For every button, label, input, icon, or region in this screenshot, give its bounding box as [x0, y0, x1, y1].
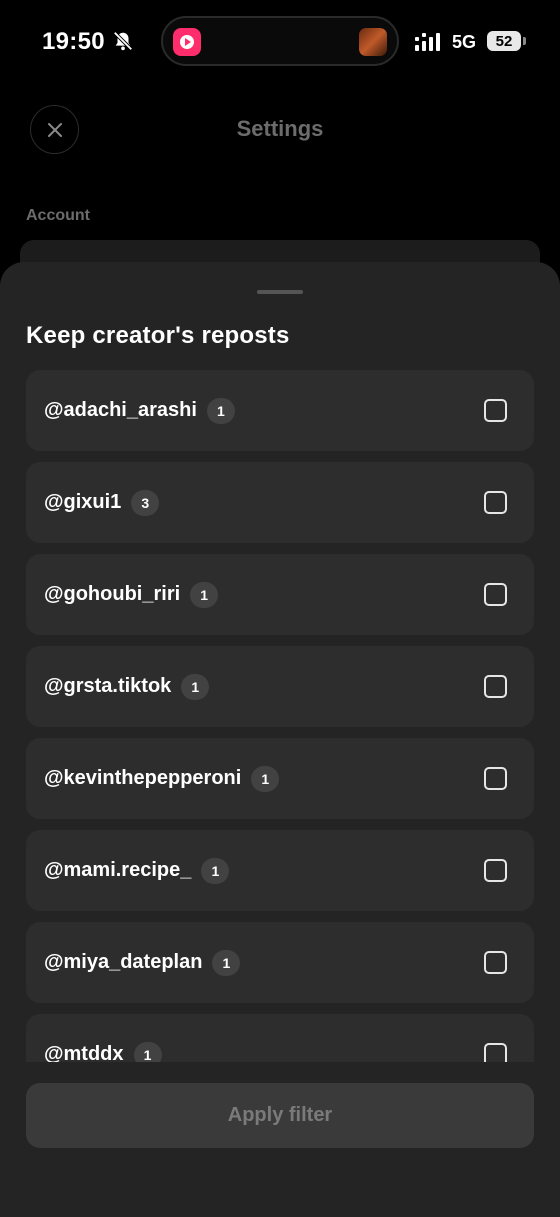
- repost-count-badge: 1: [251, 765, 280, 792]
- battery-tip: [523, 37, 526, 45]
- creator-row[interactable]: @mami.recipe_ 1: [26, 830, 534, 911]
- network-type: 5G: [452, 32, 477, 52]
- creator-row[interactable]: @grsta.tiktok 1: [26, 646, 534, 727]
- creator-handle: @adachi_arashi: [44, 399, 197, 421]
- bell-slash-icon: [113, 31, 133, 51]
- creator-handle: @gohoubi_riri: [44, 583, 181, 605]
- page-title: Settings: [236, 116, 324, 141]
- creator-checkbox[interactable]: [484, 767, 507, 790]
- repost-count-badge: 3: [131, 489, 160, 516]
- repost-count-badge: 1: [206, 397, 235, 424]
- creator-row[interactable]: @miya_dateplan 1: [26, 922, 534, 1003]
- status-time: 19:50: [42, 28, 105, 55]
- creator-handle: @grsta.tiktok: [44, 675, 172, 697]
- sheet-drag-handle[interactable]: [257, 290, 303, 294]
- creator-row[interactable]: @kevinthepepperoni 1: [26, 738, 534, 819]
- creator-handle: @miya_dateplan: [44, 951, 203, 973]
- apply-filter-button[interactable]: Apply filter: [26, 1083, 534, 1148]
- creator-row[interactable]: @mtddx 1: [26, 1014, 534, 1062]
- dynamic-island[interactable]: [161, 16, 399, 66]
- creator-checkbox[interactable]: [484, 951, 507, 974]
- repost-count-badge: 1: [133, 1041, 162, 1062]
- creator-handle: @mami.recipe_: [44, 859, 192, 881]
- creator-checkbox[interactable]: [484, 859, 507, 882]
- creator-row[interactable]: @gixui1 3: [26, 462, 534, 543]
- section-label-account: Account: [26, 207, 90, 224]
- repost-count-badge: 1: [212, 949, 241, 976]
- repost-count-badge: 1: [201, 857, 230, 884]
- repost-count-badge: 1: [190, 581, 219, 608]
- creator-checkbox[interactable]: [484, 583, 507, 606]
- creator-checkbox[interactable]: [484, 675, 507, 698]
- sheet-title: Keep creator's reposts: [26, 322, 290, 349]
- app-icon: [173, 28, 201, 56]
- repost-count-badge: 1: [181, 673, 210, 700]
- status-bar: 19:50 5G 52: [0, 0, 560, 84]
- creator-checkbox[interactable]: [484, 1043, 507, 1062]
- signal-icon: [415, 33, 440, 51]
- creator-handle: @mtddx: [44, 1043, 124, 1062]
- creator-checkbox[interactable]: [484, 399, 507, 422]
- creator-row[interactable]: @adachi_arashi 1: [26, 370, 534, 451]
- creator-checkbox[interactable]: [484, 491, 507, 514]
- media-thumbnail: [359, 28, 387, 56]
- creator-handle: @kevinthepepperoni: [44, 767, 242, 789]
- screen: 19:50 5G 52 Settings Account Keep creato…: [0, 0, 560, 1217]
- creator-handle: @gixui1: [44, 491, 122, 513]
- creator-row[interactable]: @gohoubi_riri 1: [26, 554, 534, 635]
- battery-icon: 52: [487, 31, 521, 51]
- creator-list[interactable]: @adachi_arashi 1 @gixui1 3 @gohoubi_riri…: [26, 370, 534, 1062]
- filter-sheet: Keep creator's reposts @adachi_arashi 1 …: [0, 262, 560, 1217]
